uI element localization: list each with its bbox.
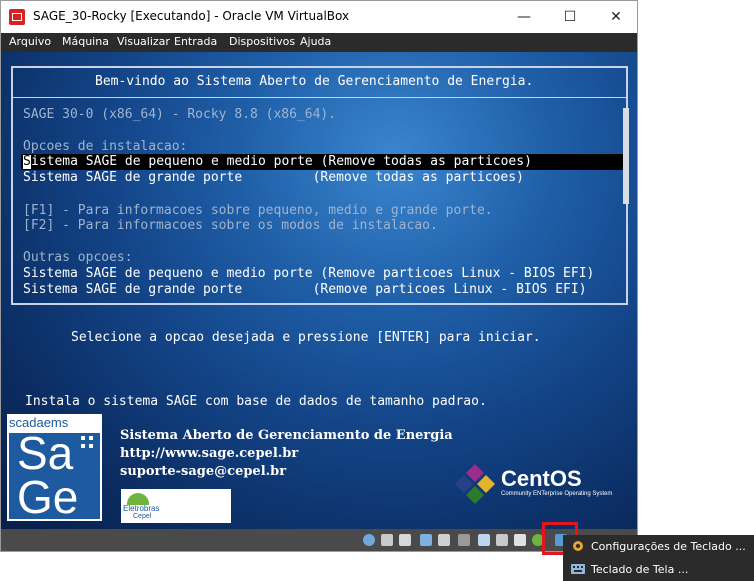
shared-folders-icon[interactable] — [458, 534, 470, 546]
boot-option-large[interactable]: Sistema SAGE de grande porte (Remove tod… — [23, 170, 524, 186]
maximize-button[interactable]: ☐ — [547, 1, 593, 33]
centos-name: CentOS — [501, 466, 582, 491]
vm-display[interactable]: Bem-vindo ao Sistema Aberto de Gerenciam… — [1, 52, 637, 529]
centos-icon — [455, 464, 495, 504]
virtualbox-window: SAGE_30-Rocky [Executando] - Oracle VM V… — [0, 0, 638, 552]
eletrobras-text: Eletrobras — [123, 504, 160, 513]
boot-version: SAGE 30-0 (x86_64) - Rocky 8.8 (x86_64). — [23, 107, 337, 122]
menu-item-onscreen-keyboard[interactable]: Teclado de Tela ... — [563, 558, 754, 581]
other-option-small-medium-efi[interactable]: Sistema SAGE de pequeno e medio porte (R… — [23, 266, 594, 282]
menu-arquivo[interactable]: Arquivo — [9, 35, 51, 48]
boot-menu-scrollbar[interactable] — [623, 108, 629, 204]
audio-icon[interactable] — [381, 534, 393, 546]
sage-logo: scadaems Sa Ge — [7, 414, 102, 521]
logo-dot — [89, 444, 93, 448]
menu-bar: Arquivo Máquina Visualizar Entrada Dispo… — [1, 33, 637, 52]
onscreen-keyboard-label: Teclado de Tela ... — [591, 563, 689, 576]
network-icon[interactable] — [420, 534, 432, 546]
help-f1: [F1] - Para informacoes sobre pequeno, m… — [23, 203, 493, 218]
close-button[interactable]: ✕ — [593, 1, 639, 33]
keyboard-context-menu: Configurações de Teclado ... Teclado de … — [563, 535, 754, 581]
install-options-heading: Opcoes de instalacao: — [23, 139, 188, 154]
branding-line1: Sistema Aberto de Gerenciamento de Energ… — [120, 428, 453, 443]
boot-description: Instala o sistema SAGE com base de dados… — [25, 394, 487, 409]
minimize-button[interactable]: — — [501, 1, 547, 33]
logo-dot — [81, 436, 85, 440]
option-first-char: S — [23, 154, 31, 169]
optical-drive-icon[interactable] — [363, 534, 375, 546]
title-bar[interactable]: SAGE_30-Rocky [Executando] - Oracle VM V… — [1, 1, 637, 33]
boot-menu-separator — [13, 97, 626, 98]
cepel-text: Cepel — [133, 513, 152, 520]
logo-dot — [89, 436, 93, 440]
branding-email: suporte-sage@cepel.br — [120, 464, 287, 479]
eletrobras-logo: Eletrobras Cepel — [121, 489, 231, 523]
menu-entrada[interactable]: Entrada — [174, 35, 217, 48]
hard-disk-icon[interactable] — [399, 534, 411, 546]
display-icon[interactable] — [478, 534, 490, 546]
menu-item-keyboard-settings[interactable]: Configurações de Teclado ... — [563, 535, 754, 558]
usb-icon[interactable] — [438, 534, 450, 546]
boot-prompt: Selecione a opcao desejada e pressione [… — [71, 330, 541, 345]
other-options-heading: Outras opcoes: — [23, 250, 133, 265]
menu-dispositivos[interactable]: Dispositivos — [229, 35, 295, 48]
keyboard-settings-icon — [573, 541, 583, 551]
sage-logo-big2: Ge — [17, 471, 79, 523]
boot-option-small-medium[interactable]: istema SAGE de pequeno e medio porte (Re… — [31, 154, 532, 170]
centos-tagline: Community ENTerprise Operating System — [501, 491, 613, 497]
menu-maquina[interactable]: Máquina — [62, 35, 109, 48]
boot-header: Bem-vindo ao Sistema Aberto de Gerenciam… — [95, 74, 534, 89]
video-capture-icon[interactable] — [496, 534, 508, 546]
other-option-large-efi[interactable]: Sistema SAGE de grande porte (Remove par… — [23, 282, 587, 298]
sage-logo-big1: Sa — [17, 427, 74, 479]
menu-visualizar[interactable]: Visualizar — [117, 35, 170, 48]
branding-url: http://www.sage.cepel.br — [120, 446, 299, 461]
virtualization-icon[interactable] — [514, 534, 526, 546]
virtualbox-app-icon — [9, 9, 25, 25]
onscreen-keyboard-icon — [571, 564, 585, 574]
help-f2: [F2] - Para informacoes sobre os modos d… — [23, 218, 438, 233]
window-title: SAGE_30-Rocky [Executando] - Oracle VM V… — [33, 9, 350, 23]
logo-dot — [81, 444, 85, 448]
menu-ajuda[interactable]: Ajuda — [300, 35, 331, 48]
keyboard-settings-label: Configurações de Teclado ... — [591, 540, 746, 553]
